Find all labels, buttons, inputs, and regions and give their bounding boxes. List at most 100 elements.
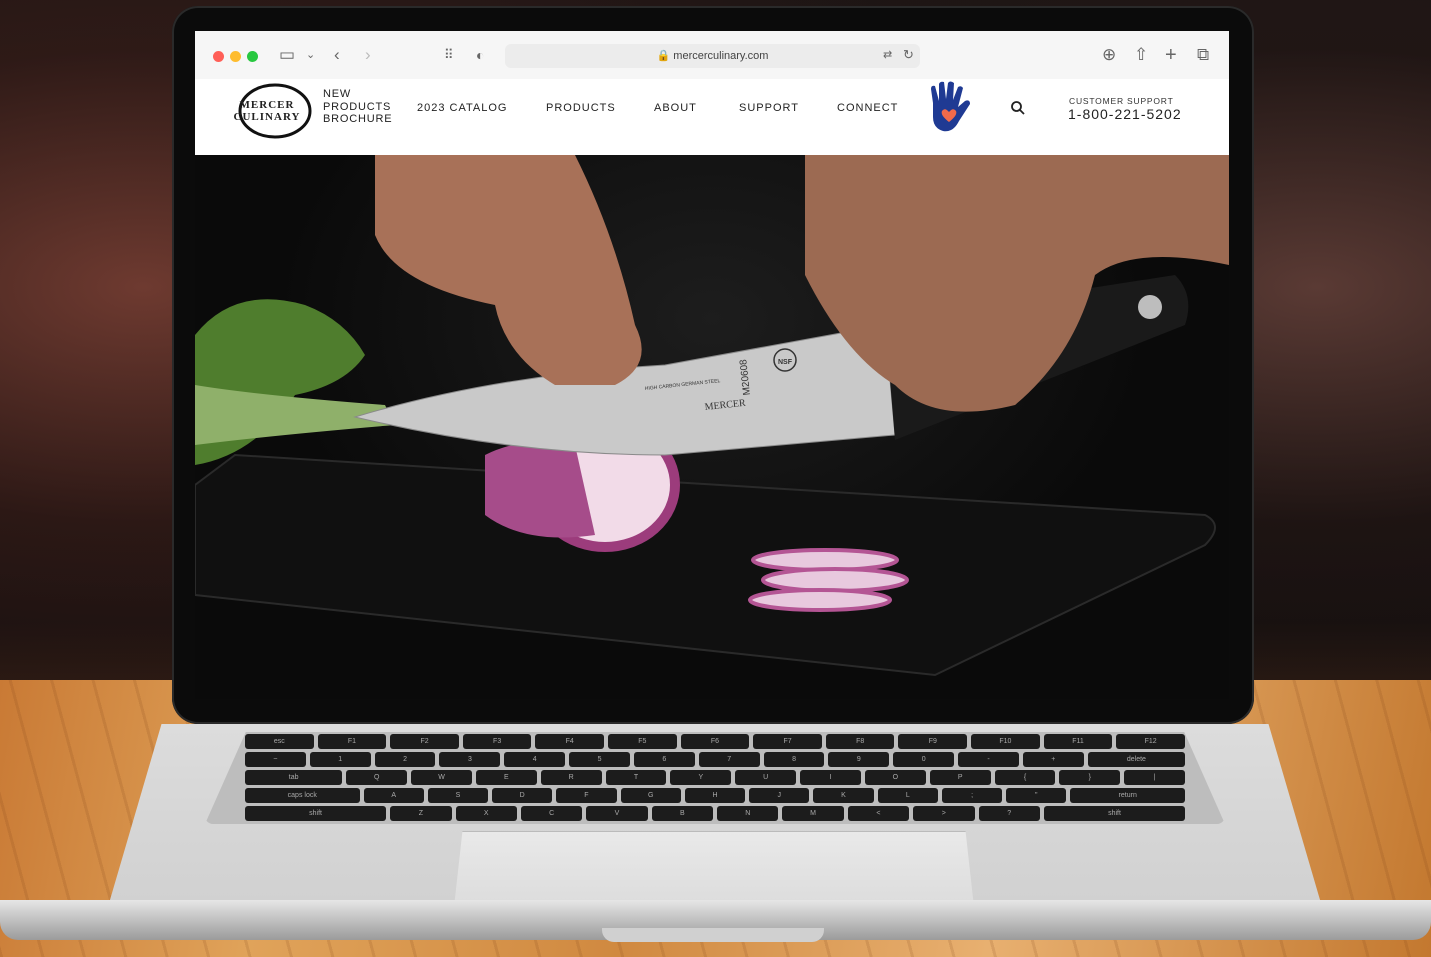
- key[interactable]: F11: [1043, 734, 1113, 749]
- key[interactable]: S: [427, 788, 489, 803]
- support-phone-number[interactable]: 1-800-221-5202: [1068, 106, 1182, 122]
- key[interactable]: T: [605, 770, 667, 785]
- knife-cert-text: NSF: [778, 359, 793, 366]
- svg-text:MERCER: MERCER: [240, 99, 295, 111]
- address-bar[interactable]: 🔒 mercerculinary.com: [505, 44, 920, 68]
- key[interactable]: E: [475, 770, 537, 785]
- key[interactable]: O: [864, 770, 926, 785]
- download-icon[interactable]: ⊕: [1102, 45, 1116, 65]
- site-header: MERCER CULINARY NEW PRODUCTS BROCHURE 20…: [195, 79, 1229, 155]
- key[interactable]: F: [556, 788, 617, 803]
- shift-key[interactable]: shift: [1043, 806, 1186, 821]
- key[interactable]: 7: [698, 752, 760, 767]
- translate-icon[interactable]: ⇄: [883, 45, 892, 65]
- share-icon[interactable]: ⇧: [1134, 45, 1148, 65]
- key[interactable]: 9: [828, 752, 890, 767]
- key[interactable]: F1: [317, 734, 387, 749]
- reload-icon[interactable]: ↻: [903, 45, 914, 65]
- key[interactable]: >: [913, 806, 975, 821]
- maximize-window-button[interactable]: [247, 51, 258, 62]
- tabs-overview-icon[interactable]: ⧉: [1197, 45, 1209, 65]
- privacy-shield-icon[interactable]: ◐: [476, 45, 484, 65]
- key[interactable]: 0: [893, 752, 955, 767]
- key[interactable]: F4: [535, 734, 605, 749]
- key[interactable]: G: [620, 788, 681, 803]
- minimize-window-button[interactable]: [230, 51, 241, 62]
- nav-connect[interactable]: CONNECT: [837, 102, 898, 114]
- nav-2023-catalog[interactable]: 2023 CATALOG: [417, 102, 507, 114]
- key[interactable]: C: [520, 806, 583, 821]
- nav-support[interactable]: SUPPORT: [739, 102, 799, 114]
- sidebar-toggle-icon[interactable]: ▭: [279, 45, 295, 65]
- key[interactable]: F6: [680, 734, 750, 749]
- key[interactable]: 6: [633, 752, 695, 767]
- key[interactable]: esc: [245, 734, 314, 749]
- new-tab-icon[interactable]: +: [1165, 45, 1177, 65]
- shift-key[interactable]: shift: [245, 806, 387, 821]
- key[interactable]: }: [1059, 770, 1121, 785]
- key[interactable]: H: [684, 788, 746, 803]
- key[interactable]: 2: [374, 752, 436, 767]
- key[interactable]: L: [877, 788, 938, 803]
- key[interactable]: B: [651, 806, 714, 821]
- hero-image: MERCER HIGH CARBON GERMAN STEEL M20608 N…: [195, 155, 1229, 699]
- key[interactable]: U: [735, 770, 797, 785]
- key[interactable]: 8: [763, 752, 825, 767]
- key[interactable]: V: [586, 806, 648, 821]
- nav-products[interactable]: PRODUCTS: [546, 102, 616, 114]
- chevron-down-icon[interactable]: ⌄: [306, 45, 315, 65]
- forward-arrow-icon[interactable]: ›: [365, 45, 371, 65]
- key[interactable]: ?: [978, 806, 1040, 821]
- key[interactable]: W: [411, 770, 472, 785]
- key[interactable]: Q: [346, 770, 408, 785]
- key[interactable]: ": [1006, 788, 1067, 803]
- key[interactable]: F12: [1116, 734, 1185, 749]
- key[interactable]: Z: [390, 806, 452, 821]
- tab-key[interactable]: tab: [245, 770, 343, 785]
- key[interactable]: X: [455, 806, 517, 821]
- hero-photo: MERCER HIGH CARBON GERMAN STEEL M20608 N…: [195, 155, 1229, 677]
- key[interactable]: 4: [504, 752, 566, 767]
- key[interactable]: ~: [245, 752, 306, 767]
- close-window-button[interactable]: [213, 51, 224, 62]
- key[interactable]: A: [363, 788, 424, 803]
- search-icon[interactable]: [1010, 100, 1026, 116]
- key[interactable]: F3: [462, 734, 532, 749]
- key[interactable]: 3: [439, 752, 501, 767]
- key[interactable]: F7: [753, 734, 822, 749]
- key[interactable]: P: [929, 770, 991, 785]
- key[interactable]: J: [749, 788, 810, 803]
- keyboard: esc F1 F2 F3 F4 F5 F6 F7 F8 F9 F10 F11 F…: [205, 732, 1225, 824]
- key[interactable]: 1: [309, 752, 371, 767]
- delete-key[interactable]: delete: [1087, 752, 1186, 767]
- return-key[interactable]: return: [1070, 788, 1185, 803]
- key[interactable]: R: [540, 770, 602, 785]
- key[interactable]: F10: [971, 734, 1040, 749]
- key[interactable]: M: [782, 806, 844, 821]
- key[interactable]: F9: [898, 734, 968, 749]
- key[interactable]: N: [717, 806, 779, 821]
- key[interactable]: F2: [390, 734, 459, 749]
- key[interactable]: 5: [569, 752, 630, 767]
- key[interactable]: +: [1022, 752, 1084, 767]
- key[interactable]: <: [847, 806, 910, 821]
- nav-about[interactable]: ABOUT: [654, 102, 697, 114]
- key[interactable]: F8: [825, 734, 895, 749]
- key[interactable]: |: [1124, 770, 1186, 785]
- key[interactable]: {: [994, 770, 1056, 785]
- laptop-screen: ▭ ⌄ ‹ › ⠿ ◐ ☰ 🔒 mercerculinary.com ⇄ ↻ ⊕…: [195, 31, 1229, 699]
- svg-text:CULINARY: CULINARY: [234, 111, 301, 123]
- key[interactable]: K: [813, 788, 874, 803]
- key[interactable]: I: [800, 770, 861, 785]
- back-arrow-icon[interactable]: ‹: [334, 45, 340, 65]
- key[interactable]: ;: [941, 788, 1003, 803]
- key[interactable]: -: [958, 752, 1019, 767]
- caps-lock-key[interactable]: caps lock: [245, 788, 360, 803]
- key[interactable]: Y: [670, 770, 732, 785]
- key[interactable]: D: [492, 788, 553, 803]
- new-products-brochure-link[interactable]: NEW PRODUCTS BROCHURE: [323, 88, 392, 126]
- grid-icon[interactable]: ⠿: [444, 45, 454, 65]
- mercer-culinary-logo[interactable]: MERCER CULINARY: [233, 83, 313, 141]
- hand-heart-icon[interactable]: [925, 81, 975, 137]
- key[interactable]: F5: [608, 734, 677, 749]
